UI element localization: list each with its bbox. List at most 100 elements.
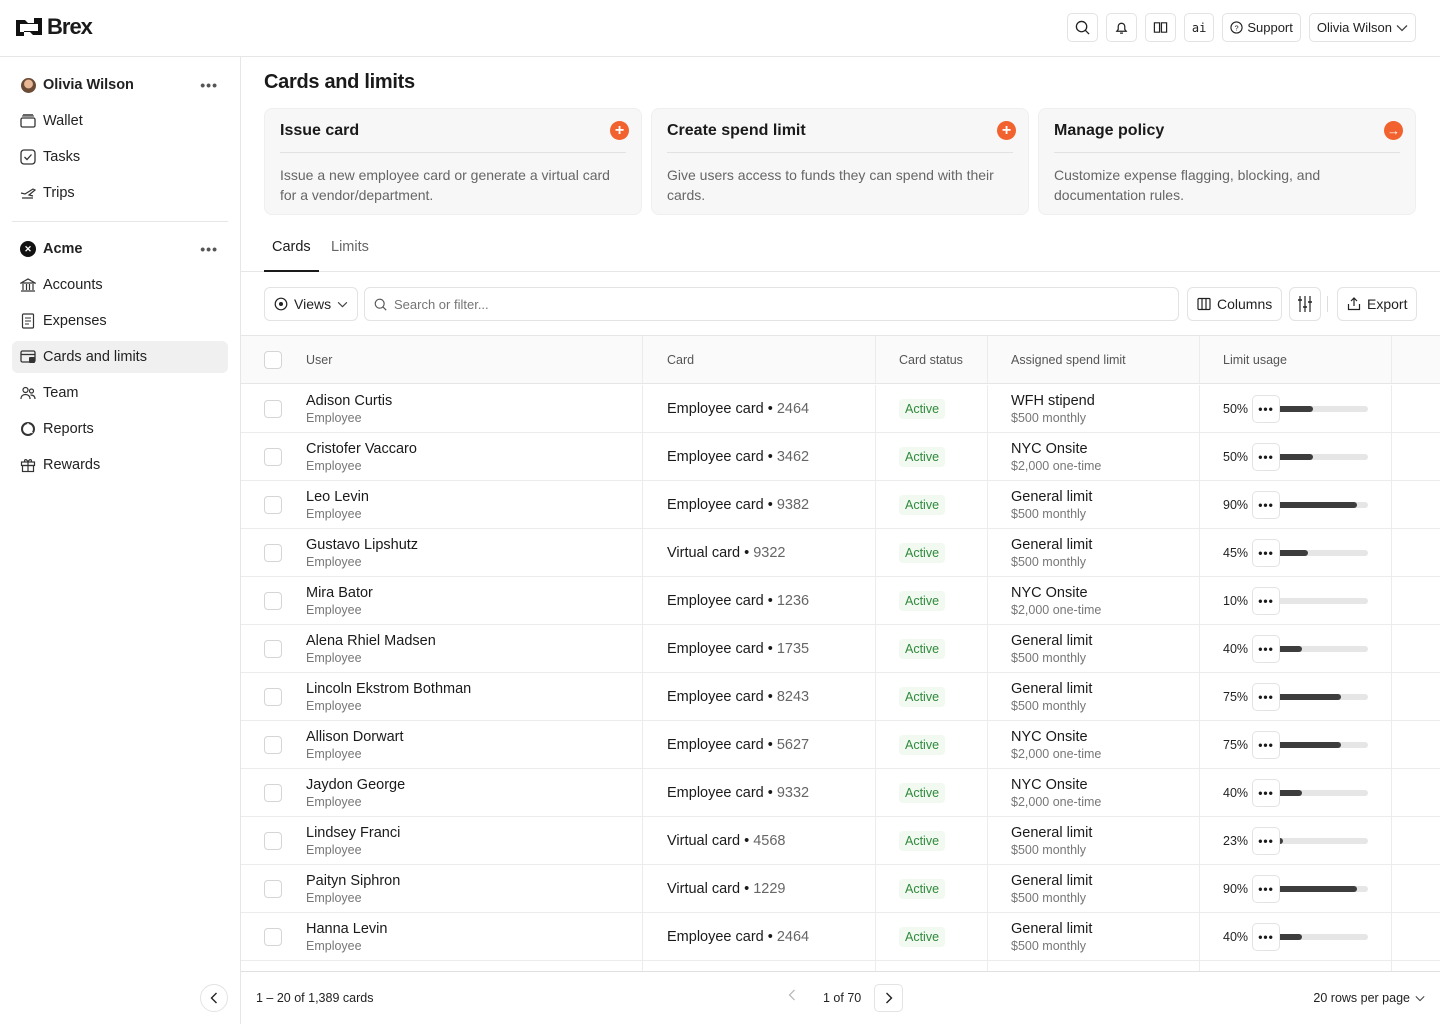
table-row[interactable]: Hanna Levin Employee Employee card • 2464…	[241, 913, 1440, 961]
spend-limit-name[interactable]: NYC Onsite	[1011, 585, 1101, 601]
spend-limit-name[interactable]: General limit	[1011, 537, 1092, 553]
filter-settings-button[interactable]	[1289, 287, 1321, 321]
user-name: Lincoln Ekstrom Bothman	[306, 680, 472, 697]
table-row[interactable]: Adison Curtis Employee Employee card • 24…	[241, 385, 1440, 433]
column-header-card[interactable]: Card	[667, 336, 694, 383]
row-checkbox[interactable]	[264, 736, 282, 754]
table-row[interactable]: Jaydon George Employee Employee card • 93…	[241, 769, 1440, 817]
column-header-limit-usage[interactable]: Limit usage	[1223, 336, 1287, 383]
row-checkbox[interactable]	[264, 688, 282, 706]
spend-limit-name[interactable]: WFH stipend	[1011, 393, 1095, 409]
ai-button[interactable]: ai	[1183, 13, 1215, 42]
user-menu-button[interactable]: Olivia Wilson	[1308, 13, 1416, 42]
sidebar-item-expenses[interactable]: Expenses	[12, 305, 228, 337]
table-row[interactable]: Alena Rhiel Madsen Employee Employee card…	[241, 625, 1440, 673]
rows-per-page-dropdown[interactable]: 20 rows per page	[1313, 991, 1425, 1005]
sidebar-item-team[interactable]: Team	[12, 377, 228, 409]
notifications-button[interactable]	[1105, 13, 1137, 42]
top-header: Brex ai ? Support Olivia Wilson	[0, 0, 1440, 57]
search-input[interactable]	[394, 296, 1094, 312]
tab-cards[interactable]: Cards	[264, 239, 319, 272]
tab-limits[interactable]: Limits	[323, 239, 377, 272]
spend-limit-name[interactable]: General limit	[1011, 489, 1092, 505]
spend-limit-name[interactable]: General limit	[1011, 825, 1092, 841]
table-row[interactable]: Leo Levin Employee Employee card • 9382 A…	[241, 481, 1440, 529]
spend-limit-name[interactable]: NYC Onsite	[1011, 777, 1101, 793]
table-row[interactable]: Paityn Siphron Employee Virtual card • 12…	[241, 865, 1440, 913]
next-page-button[interactable]	[874, 984, 903, 1012]
sidebar-item-trips[interactable]: Trips	[12, 177, 228, 209]
row-actions-button[interactable]: •••	[1252, 491, 1280, 519]
row-checkbox[interactable]	[264, 448, 282, 466]
column-header-user[interactable]: User	[306, 336, 332, 383]
table-row[interactable]: Cristofer Vaccaro Employee Employee card …	[241, 433, 1440, 481]
search-button[interactable]	[1066, 13, 1098, 42]
docs-button[interactable]	[1144, 13, 1176, 42]
sidebar-company[interactable]: ✕ Acme •••	[12, 233, 228, 265]
card-last4: 9322	[753, 544, 786, 561]
table-row[interactable]: Allison Dorwart Employee Employee card • …	[241, 721, 1440, 769]
sidebar-user[interactable]: Olivia Wilson •••	[12, 69, 228, 101]
sidebar-item-accounts[interactable]: Accounts	[12, 269, 228, 301]
spend-limit-name[interactable]: General limit	[1011, 873, 1092, 889]
row-checkbox[interactable]	[264, 640, 282, 658]
row-checkbox[interactable]	[264, 496, 282, 514]
columns-button[interactable]: Columns	[1187, 287, 1283, 321]
row-checkbox[interactable]	[264, 832, 282, 850]
table-row[interactable]: Lincoln Ekstrom Bothman Employee Employee…	[241, 673, 1440, 721]
manage-policy-action[interactable]: Manage policy → Customize expense flaggi…	[1038, 108, 1416, 215]
row-checkbox[interactable]	[264, 544, 282, 562]
plus-icon[interactable]: +	[610, 121, 629, 140]
more-icon[interactable]: •••	[200, 241, 218, 257]
search-icon	[1075, 20, 1090, 35]
export-button[interactable]: Export	[1337, 287, 1418, 321]
row-actions-button[interactable]: •••	[1252, 443, 1280, 471]
row-actions-button[interactable]: •••	[1252, 923, 1280, 951]
sidebar-item-reports[interactable]: Reports	[12, 413, 228, 445]
spend-limit-name[interactable]: NYC Onsite	[1011, 729, 1101, 745]
search-bar[interactable]	[364, 287, 1179, 321]
row-actions-button[interactable]: •••	[1252, 875, 1280, 903]
row-checkbox[interactable]	[264, 592, 282, 610]
table-row[interactable]: General limit	[241, 961, 1440, 971]
row-actions-button[interactable]: •••	[1252, 731, 1280, 759]
row-checkbox[interactable]	[264, 928, 282, 946]
action-title: Issue card	[280, 122, 626, 153]
spend-limit-name[interactable]: General limit	[1011, 921, 1092, 937]
plus-icon[interactable]: +	[997, 121, 1016, 140]
row-checkbox[interactable]	[264, 880, 282, 898]
more-icon[interactable]: •••	[200, 77, 218, 93]
row-actions-button[interactable]: •••	[1252, 587, 1280, 615]
row-actions-button[interactable]: •••	[1252, 683, 1280, 711]
row-actions-button[interactable]: •••	[1252, 779, 1280, 807]
row-actions-button[interactable]: •••	[1252, 539, 1280, 567]
spend-limit-name[interactable]: NYC Onsite	[1011, 441, 1101, 457]
issue-card-action[interactable]: Issue card + Issue a new employee card o…	[264, 108, 642, 215]
table-row[interactable]: Lindsey Franci Employee Virtual card • 45…	[241, 817, 1440, 865]
row-checkbox[interactable]	[264, 784, 282, 802]
sidebar-item-rewards[interactable]: Rewards	[12, 449, 228, 481]
support-button[interactable]: ? Support	[1222, 13, 1301, 42]
collapse-sidebar-button[interactable]	[200, 984, 228, 1012]
spend-limit-name[interactable]: General limit	[1011, 633, 1092, 649]
spend-limit-name[interactable]: General limit	[1011, 681, 1092, 697]
column-header-card-status[interactable]: Card status	[899, 336, 963, 383]
table-row[interactable]: Mira Bator Employee Employee card • 1236 …	[241, 577, 1440, 625]
table-row[interactable]: Gustavo Lipshutz Employee Virtual card • …	[241, 529, 1440, 577]
row-actions-button[interactable]: •••	[1252, 395, 1280, 423]
brex-logo[interactable]: Brex	[16, 14, 93, 40]
status-badge: Active	[899, 926, 946, 947]
sidebar-item-cards-and-limits[interactable]: Cards and limits	[12, 341, 228, 373]
create-spend-limit-action[interactable]: Create spend limit + Give users access t…	[651, 108, 1029, 215]
arrow-right-icon[interactable]: →	[1384, 121, 1403, 140]
column-header-assigned-spend-limit[interactable]: Assigned spend limit	[1011, 336, 1126, 383]
row-actions-button[interactable]: •••	[1252, 635, 1280, 663]
previous-page-button[interactable]	[788, 989, 796, 1004]
sidebar-item-wallet[interactable]: Wallet	[12, 105, 228, 137]
views-dropdown[interactable]: Views	[264, 287, 359, 321]
row-checkbox[interactable]	[264, 400, 282, 418]
row-actions-button[interactable]: •••	[1252, 827, 1280, 855]
select-all-checkbox[interactable]	[264, 351, 282, 369]
sidebar-item-tasks[interactable]: Tasks	[12, 141, 228, 173]
user-role: Employee	[306, 554, 362, 569]
